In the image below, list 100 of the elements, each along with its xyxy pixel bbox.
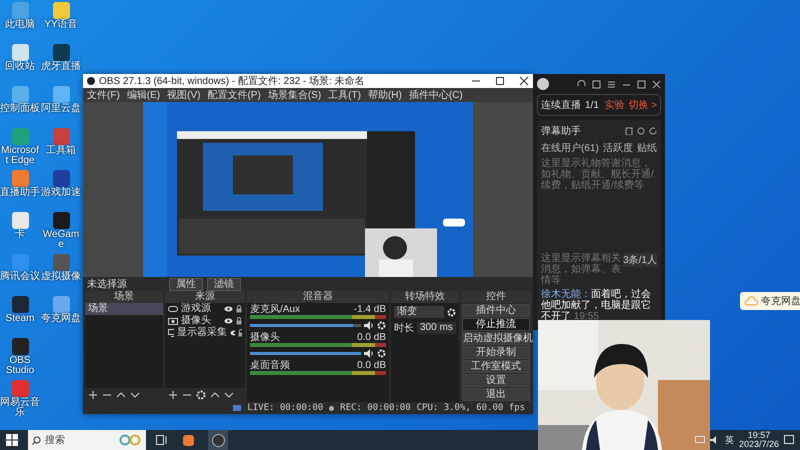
menu-item[interactable]: 文件(F) [87,88,120,102]
icon-label[interactable]: 游戏加速 [41,188,81,198]
menu-item[interactable]: 视图(V) [167,88,200,102]
menu-icon[interactable] [607,80,616,88]
icon-label[interactable]: 卡 [0,230,40,240]
gamepad-icon [168,305,178,313]
icon-label[interactable]: 夸克网盘 [41,314,81,324]
maximize-icon[interactable] [637,80,646,88]
menu-item[interactable]: 配置文件(P) [207,88,261,102]
menu-item[interactable]: 帮助(H) [368,88,402,102]
windows-start-icon[interactable] [6,434,18,446]
up-icon[interactable] [116,390,126,400]
record-indicator-icon [329,406,334,410]
source-item[interactable]: 显示器采集 [177,327,227,339]
eye-icon[interactable] [224,318,233,324]
menu-item[interactable]: 工具(T) [328,88,361,102]
control-button[interactable]: 设置 [462,374,530,387]
menu-item[interactable]: 场景集合(S) [268,88,322,102]
add-icon[interactable] [88,390,98,400]
speaker-icon[interactable] [364,321,374,330]
refresh-icon[interactable] [649,127,657,135]
icon-label[interactable]: 网易云音乐 [0,398,40,418]
app-icon[interactable] [12,296,28,313]
volume-slider[interactable] [250,324,361,327]
app-icon[interactable] [12,44,28,61]
source-item[interactable]: 摄像头 [181,315,221,327]
gear-icon[interactable] [447,308,456,316]
maximize-icon[interactable] [495,76,505,86]
down-icon[interactable] [130,390,140,400]
app-icon[interactable] [52,212,70,229]
app-icon[interactable] [52,170,70,187]
down-icon[interactable] [224,390,234,400]
tab[interactable]: 在线用户(61) [541,141,599,155]
switch-link[interactable]: 切换 > [628,98,657,112]
avatar-icon[interactable] [537,78,549,90]
icon-label[interactable]: 阿里云盘 [41,104,81,114]
tab[interactable]: 活跃度 [602,141,633,155]
icon-label[interactable]: YY语音 [41,20,81,30]
icon-label[interactable]: 控制面板 [0,104,40,114]
control-button[interactable]: 工作室模式 [462,360,530,373]
add-icon[interactable] [168,390,178,400]
channel-name: 麦克风/Aux [250,304,300,315]
icon-label[interactable]: 虚拟摄像 [41,272,81,282]
eye-icon[interactable] [224,306,233,312]
icon-label[interactable]: OBS Studio [0,356,40,376]
panel-header: 来源 [165,291,245,303]
source-item[interactable]: 游戏源 [181,303,221,315]
control-button[interactable]: 开始录制 [462,346,530,359]
icon-label[interactable]: Steam [0,314,40,324]
app-icon[interactable] [12,212,28,229]
no-source-label: 未选择源 [87,278,128,290]
task-view-icon[interactable] [156,435,168,445]
live-label: 连续直播 [541,98,581,112]
close-icon[interactable] [652,80,661,88]
speaker-icon[interactable] [364,349,374,358]
menu-item[interactable]: 插件中心(C) [408,88,463,102]
icon-label[interactable]: 回收站 [0,62,40,72]
toolbar-button[interactable]: 滤镜 [207,278,241,290]
icon-label[interactable]: 此电脑 [0,20,40,30]
icon-label[interactable]: WeGame [41,230,81,250]
icon-label[interactable]: Microsoft Edge [0,146,40,166]
camera-icon [168,317,178,325]
duration-field[interactable]: 300 ms [417,322,456,334]
window-icon[interactable] [592,80,601,88]
toolbar-button[interactable]: 属性 [169,278,203,290]
up-icon[interactable] [210,390,220,400]
icon-label[interactable]: 直播助手 [0,188,40,198]
clipboard-icon[interactable] [625,127,633,135]
ime-indicator[interactable]: 英 [724,434,734,446]
icon-label[interactable]: 工具箱 [41,146,81,156]
scene-item[interactable]: 场景 [85,303,163,315]
lock-icon[interactable] [238,329,242,337]
gear-icon[interactable] [377,349,386,358]
card-title: 弹幕助手 [541,124,581,138]
search-field[interactable]: 搜索 [28,430,146,450]
duration-label: 时长 [394,322,414,335]
icon-label[interactable]: 虎牙直播 [41,62,81,72]
lock-icon[interactable] [236,317,242,325]
loop-logo-icon [118,434,142,446]
volume-slider[interactable] [250,352,361,355]
clock-date[interactable]: 2023/7/26 [738,440,779,449]
clock-time[interactable]: 19:57 [748,431,770,440]
menu-item[interactable]: 编辑(E) [126,88,160,102]
app-icon[interactable] [52,44,70,61]
transition-dropdown[interactable]: 渐变 [394,306,444,318]
headset-icon[interactable] [577,80,586,88]
tab[interactable]: 贴纸 [636,141,657,155]
gift-notice: 这里显示礼物答谢消息，如礼物、贡献、舰长开通/续费，贴纸开通/续费等 [541,158,655,191]
lock-icon[interactable] [236,305,242,313]
control-button[interactable]: 停止推流 [462,318,530,331]
app-icon[interactable] [12,338,28,355]
gear-icon[interactable] [196,390,206,400]
close-icon[interactable] [519,76,529,86]
taskbar-app-icon[interactable] [208,430,228,450]
eye-icon[interactable] [230,330,236,336]
gear-icon[interactable] [377,321,386,330]
icon-label[interactable]: 腾讯会议 [0,272,40,282]
control-button[interactable]: 插件中心 [462,304,530,317]
notification-icon[interactable] [784,435,794,445]
control-button[interactable]: 退出 [462,388,530,401]
